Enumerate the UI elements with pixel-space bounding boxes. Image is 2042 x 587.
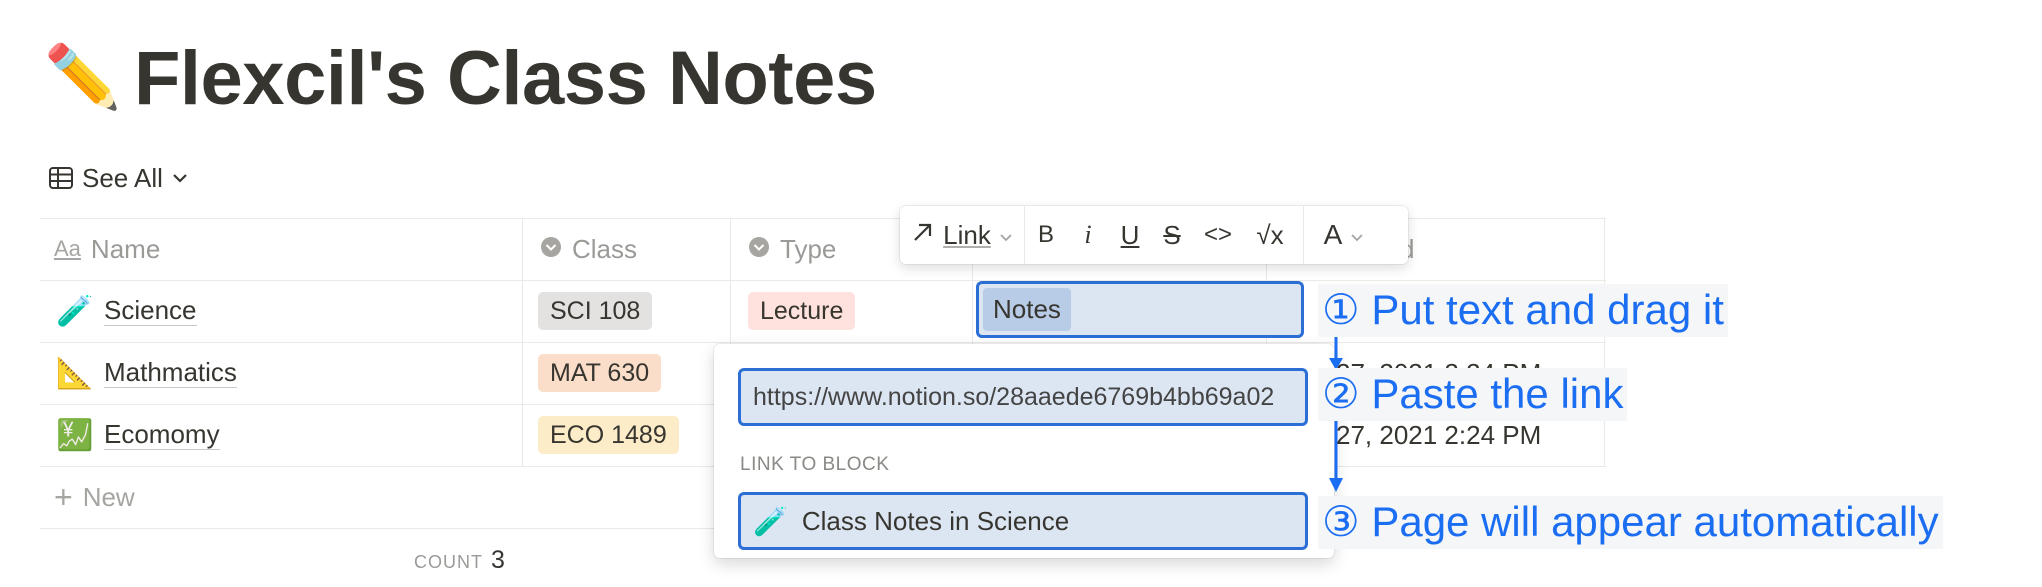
notes-cell-editor[interactable]: Notes	[976, 281, 1304, 338]
format-toolbar: Link B i U S <> √x A	[900, 206, 1408, 264]
text-color-button[interactable]: A	[1304, 206, 1384, 264]
table-row-name[interactable]: 💹 Ecomomy	[56, 404, 220, 466]
page-header: ✏️ Flexcil's Class Notes	[44, 28, 877, 128]
view-selector[interactable]: See All	[48, 160, 189, 196]
class-tag[interactable]: SCI 108	[538, 280, 653, 342]
plus-icon: +	[54, 479, 73, 515]
select-icon	[540, 234, 562, 265]
column-header-type[interactable]: Type	[748, 218, 836, 280]
column-header-class[interactable]: Class	[540, 218, 637, 280]
annotation-step-3: ③ Page will appear automatically	[1318, 496, 1943, 549]
bold-button[interactable]: B	[1025, 206, 1067, 264]
equation-button[interactable]: √x	[1243, 206, 1297, 264]
code-button[interactable]: <>	[1193, 206, 1243, 264]
text-aa-icon: Aa	[54, 236, 81, 261]
table-icon	[48, 165, 74, 191]
annotation-step-2: ② Paste the link	[1318, 368, 1628, 421]
strikethrough-button[interactable]: S	[1151, 206, 1193, 264]
test-tube-icon: 🧪	[56, 294, 94, 328]
chevron-down-icon	[171, 169, 189, 187]
link-button[interactable]: Link	[900, 206, 1024, 264]
arrow-up-right-icon	[911, 220, 935, 251]
class-tag[interactable]: ECO 1489	[538, 404, 679, 466]
chevron-down-icon	[1350, 220, 1364, 251]
class-tag[interactable]: MAT 630	[538, 342, 662, 404]
italic-button[interactable]: i	[1067, 206, 1109, 264]
column-header-name[interactable]: Aa Name	[54, 218, 160, 280]
type-tag[interactable]: Lecture	[748, 280, 856, 342]
table-row-name[interactable]: 🧪 Science	[56, 280, 197, 342]
page-icon[interactable]: ✏️	[44, 47, 124, 109]
chevron-down-icon	[999, 220, 1013, 251]
count-summary[interactable]: COUNT 3	[414, 546, 505, 575]
select-icon	[748, 234, 770, 265]
link-url-input[interactable]: https://www.notion.so/28aaede6769b4bb69a…	[738, 368, 1308, 426]
triangular-ruler-icon: 📐	[56, 356, 94, 390]
table-row-name[interactable]: 📐 Mathmatics	[56, 342, 237, 404]
chart-yen-icon: 💹	[56, 418, 94, 452]
link-result-item[interactable]: 🧪 Class Notes in Science	[738, 492, 1308, 550]
new-row-button[interactable]: + New	[54, 466, 135, 528]
underline-button[interactable]: U	[1109, 206, 1151, 264]
link-to-block-heading: LINK TO BLOCK	[740, 454, 890, 475]
view-label: See All	[82, 162, 163, 193]
page-title[interactable]: Flexcil's Class Notes	[134, 35, 877, 122]
annotation-step-1: ① Put text and drag it	[1318, 284, 1728, 337]
link-result-label: Class Notes in Science	[801, 505, 1070, 536]
test-tube-icon: 🧪	[753, 505, 788, 537]
selected-text[interactable]: Notes	[983, 288, 1071, 331]
